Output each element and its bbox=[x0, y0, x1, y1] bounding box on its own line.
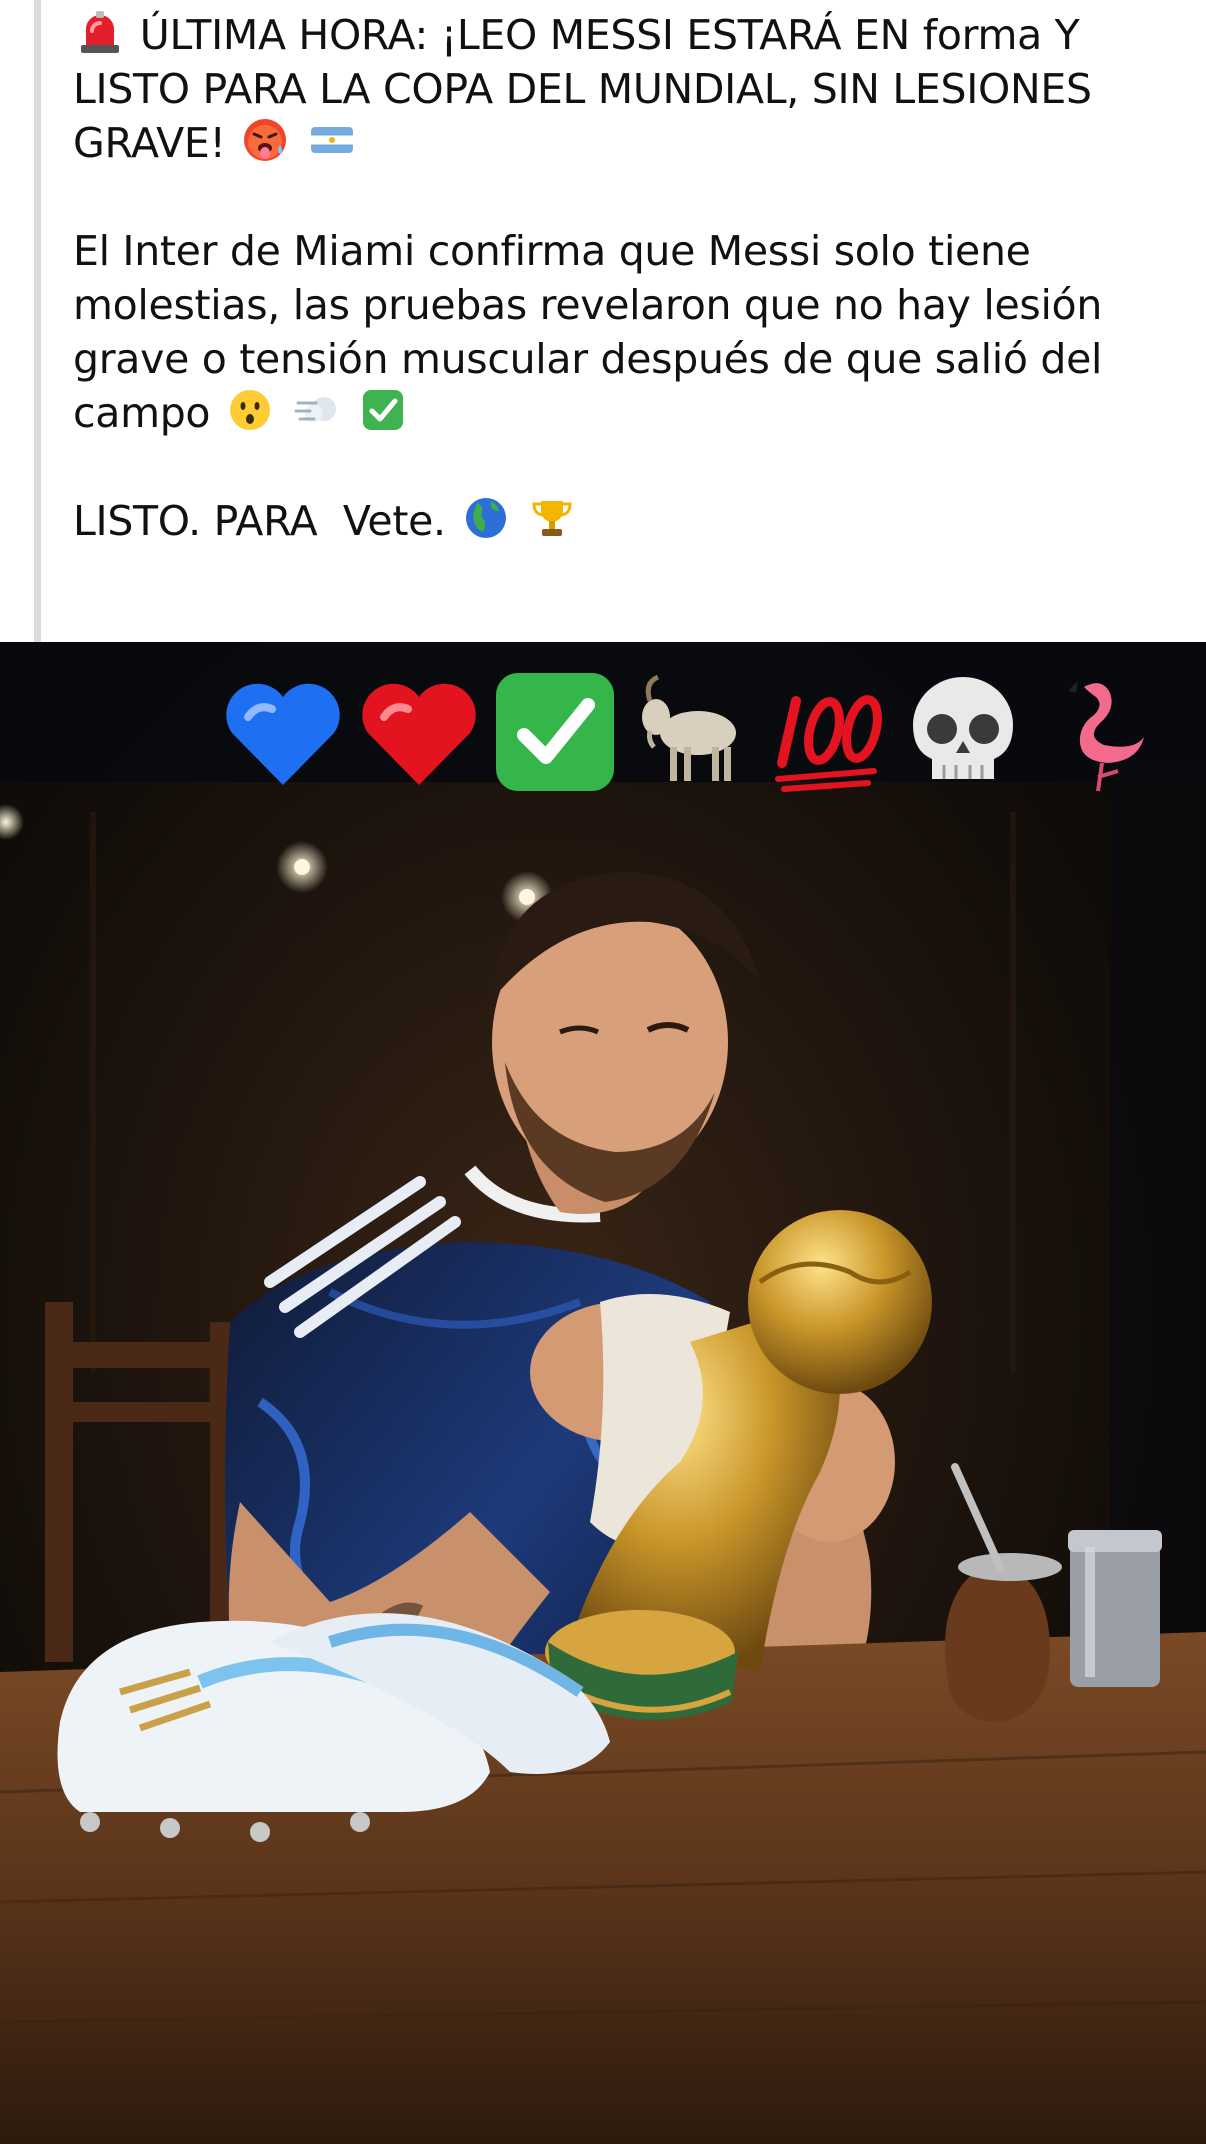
siren-icon bbox=[77, 9, 123, 55]
body-paragraph: El Inter de Miami confirma que Messi sol… bbox=[73, 224, 1183, 440]
flamingo-icon bbox=[1034, 667, 1164, 797]
blue-heart-icon bbox=[218, 667, 348, 797]
body-text-3: grave o tensión muscular después de que … bbox=[73, 335, 1103, 383]
post-text: ÚLTIMA HORA: ¡LEO MESSI ESTARÁ EN forma … bbox=[73, 8, 1183, 548]
screenshot-root: ÚLTIMA HORA: ¡LEO MESSI ESTARÁ EN forma … bbox=[0, 0, 1206, 2144]
closing-paragraph: LISTO. PARA Vete. bbox=[73, 494, 1183, 548]
goat-icon bbox=[626, 667, 756, 797]
quote-bar bbox=[34, 0, 41, 642]
body-line-4: campo bbox=[73, 386, 1183, 440]
dash-icon bbox=[294, 387, 340, 433]
messi-trophy-photo bbox=[0, 642, 1206, 2144]
check-mark-icon bbox=[360, 387, 406, 433]
body-text-4: campo bbox=[73, 389, 211, 437]
hundred-points-icon bbox=[762, 667, 892, 797]
headline-text-3: GRAVE! bbox=[73, 119, 226, 167]
headline: ÚLTIMA HORA: ¡LEO MESSI ESTARÁ EN forma … bbox=[73, 8, 1183, 170]
emoji-reaction-row bbox=[218, 662, 1164, 802]
skull-icon bbox=[898, 667, 1028, 797]
body-text-1: El Inter de Miami confirma que Messi sol… bbox=[73, 227, 1031, 275]
post-text-section: ÚLTIMA HORA: ¡LEO MESSI ESTARÁ EN forma … bbox=[0, 0, 1206, 642]
photo-scene bbox=[0, 642, 1206, 2144]
red-heart-icon bbox=[354, 667, 484, 797]
hot-face-icon bbox=[242, 117, 288, 163]
argentina-flag-icon bbox=[309, 117, 355, 163]
headline-text-2: LISTO PARA LA COPA DEL MUNDIAL, SIN LESI… bbox=[73, 65, 1092, 113]
globe-americas-icon bbox=[463, 495, 509, 541]
headline-line-1: ÚLTIMA HORA: ¡LEO MESSI ESTARÁ EN forma … bbox=[73, 8, 1183, 62]
check-mark-button-icon bbox=[490, 667, 620, 797]
headline-line-3: GRAVE! bbox=[73, 116, 1183, 170]
headline-text-1: ÚLTIMA HORA: ¡LEO MESSI ESTARÁ EN forma … bbox=[139, 11, 1080, 59]
body-text-2: molestias, las pruebas revelaron que no … bbox=[73, 281, 1103, 329]
trophy-icon bbox=[529, 495, 575, 541]
closing-line: LISTO. PARA Vete. bbox=[73, 494, 1183, 548]
closing-text: LISTO. PARA Vete. bbox=[73, 497, 446, 545]
metal-canister bbox=[1068, 1530, 1162, 1687]
surprised-face-icon bbox=[227, 387, 273, 433]
